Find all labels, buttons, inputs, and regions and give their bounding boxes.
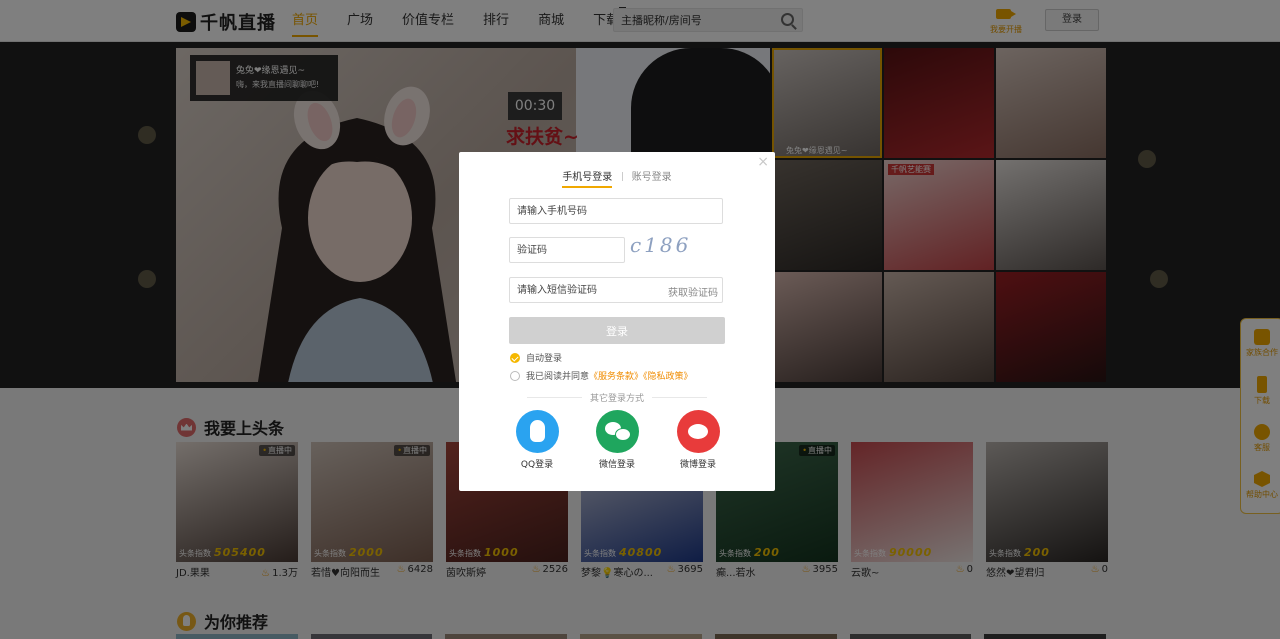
agreement-row: 我已阅读并同意《服务条款》《隐私政策》 bbox=[510, 369, 693, 382]
wechat-login-button[interactable]: 微信登录 bbox=[592, 410, 642, 470]
terms-link[interactable]: 《服务条款》 bbox=[589, 372, 643, 382]
login-modal: × 手机号登录 账号登录 c186 获取验证码 登录 自动登录 我已阅读并同意《… bbox=[459, 152, 775, 491]
captcha-image[interactable]: c186 bbox=[630, 233, 722, 259]
login-tabs: 手机号登录 账号登录 bbox=[459, 168, 775, 188]
qq-login-button[interactable]: QQ登录 bbox=[512, 410, 562, 470]
qq-icon bbox=[515, 410, 559, 453]
weibo-login-button[interactable]: 微博登录 bbox=[673, 410, 723, 470]
weibo-login-label: 微博登录 bbox=[679, 460, 716, 470]
other-login-title: 其它登录方式 bbox=[459, 391, 775, 404]
wechat-icon bbox=[595, 410, 639, 453]
captcha-input[interactable] bbox=[510, 238, 624, 262]
auto-login-checkbox[interactable] bbox=[510, 352, 520, 363]
phone-field bbox=[509, 198, 723, 224]
wechat-login-label: 微信登录 bbox=[598, 460, 635, 470]
agreement-checkbox[interactable] bbox=[510, 370, 520, 381]
weibo-icon bbox=[676, 410, 720, 453]
privacy-link[interactable]: 《隐私政策》 bbox=[643, 372, 693, 382]
captcha-field bbox=[509, 237, 625, 263]
get-sms-code-button[interactable]: 获取验证码 bbox=[668, 284, 718, 299]
agreement-label: 我已阅读并同意 bbox=[526, 372, 590, 382]
tab-divider bbox=[621, 172, 623, 181]
tab-account-login[interactable]: 账号登录 bbox=[632, 168, 672, 186]
phone-input[interactable] bbox=[510, 199, 722, 223]
login-submit-button[interactable]: 登录 bbox=[509, 317, 725, 344]
auto-login-row: 自动登录 bbox=[510, 351, 562, 364]
sms-field: 获取验证码 bbox=[509, 277, 723, 303]
sms-code-input[interactable] bbox=[510, 278, 660, 302]
auto-login-label: 自动登录 bbox=[526, 354, 563, 364]
qq-login-label: QQ登录 bbox=[520, 460, 554, 470]
tab-phone-login[interactable]: 手机号登录 bbox=[562, 168, 613, 188]
